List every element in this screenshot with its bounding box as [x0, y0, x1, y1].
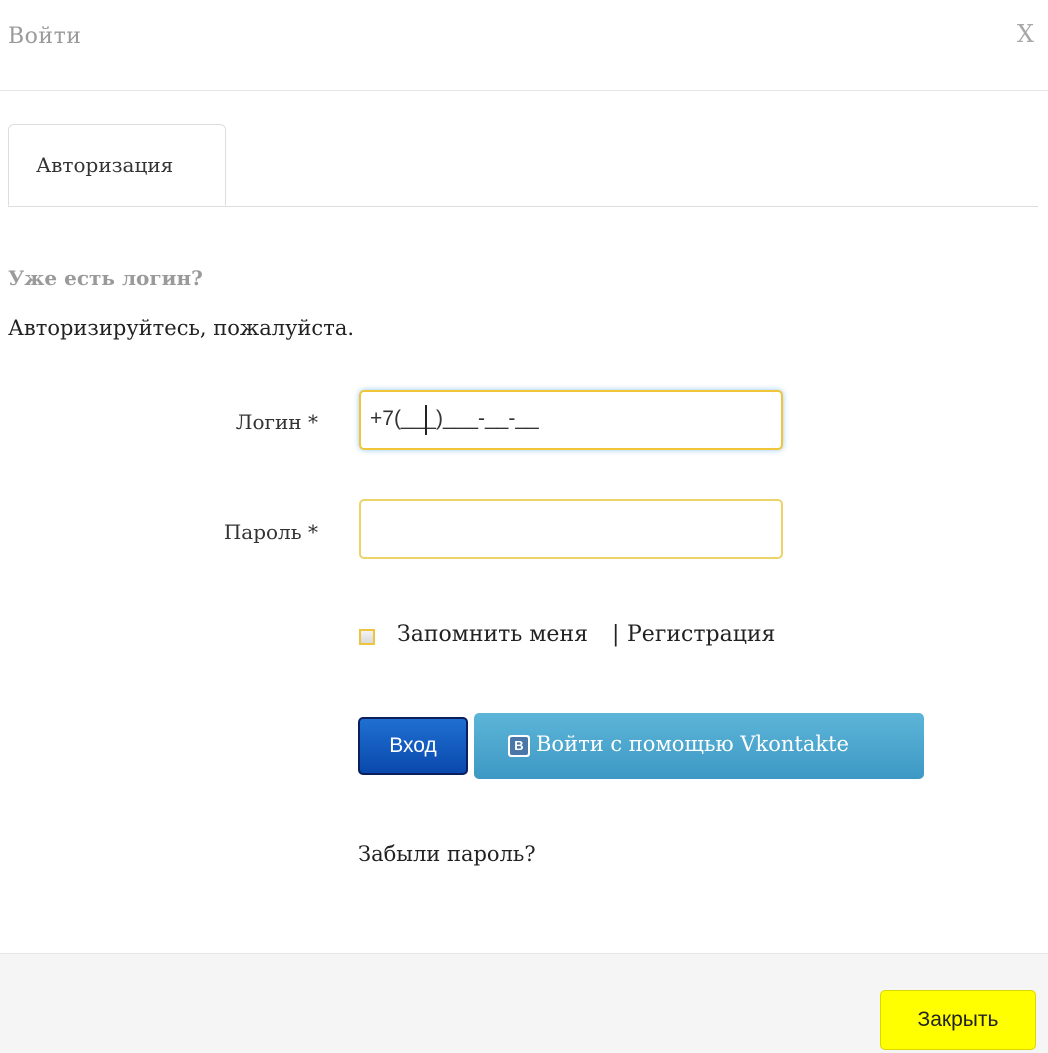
- remember-label[interactable]: Запомнить меня: [397, 622, 588, 647]
- password-label: Пароль *: [223, 520, 318, 544]
- separator: |: [612, 622, 620, 647]
- close-button[interactable]: Закрыть: [880, 990, 1036, 1050]
- tab-label: Авторизация: [36, 153, 174, 177]
- login-field[interactable]: +7(___)___-__-__: [359, 390, 783, 450]
- modal-header: Войти X: [0, 0, 1048, 91]
- vk-button-label: Войти с помощью Vkontakte: [536, 732, 849, 756]
- section-heading: Уже есть логин?: [8, 266, 203, 290]
- tab-bar: Авторизация: [8, 124, 1038, 207]
- forgot-password-link[interactable]: Забыли пароль?: [358, 842, 536, 866]
- remember-checkbox[interactable]: [359, 629, 375, 645]
- close-icon[interactable]: X: [1017, 20, 1034, 48]
- section-text: Авторизируйтесь, пожалуйста.: [8, 316, 355, 340]
- vk-icon: В: [508, 735, 530, 757]
- modal-footer: Закрыть: [0, 953, 1048, 1053]
- tab-authorization[interactable]: Авторизация: [8, 124, 226, 206]
- login-label: Логин *: [235, 410, 318, 434]
- text-caret: [425, 405, 427, 435]
- vk-login-button[interactable]: В Войти с помощью Vkontakte: [474, 713, 924, 779]
- login-button[interactable]: Вход: [358, 717, 468, 775]
- password-field[interactable]: [359, 499, 783, 559]
- login-modal: Войти X Авторизация Уже есть логин? Авто…: [0, 0, 1048, 1053]
- login-field-value: +7(___)___-__-__: [370, 407, 539, 430]
- modal-title: Войти: [8, 24, 82, 49]
- vk-icon-letter: В: [510, 737, 528, 755]
- register-link[interactable]: Регистрация: [627, 622, 775, 647]
